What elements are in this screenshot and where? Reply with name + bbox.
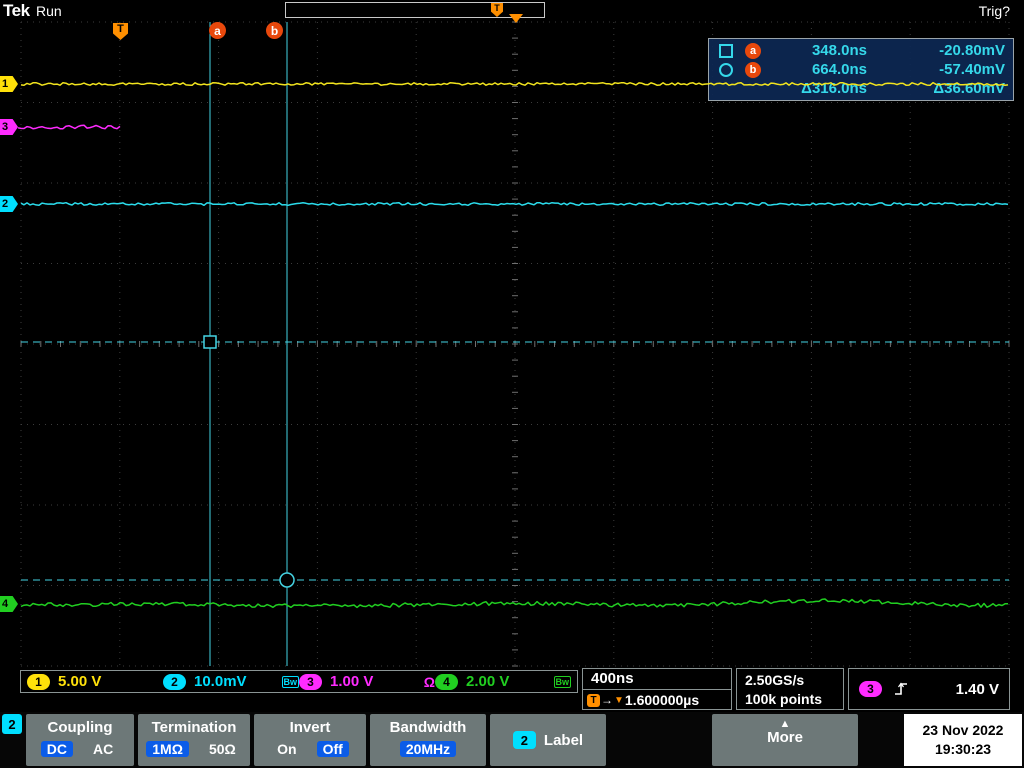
position-marker-icon: ▼: [614, 695, 624, 706]
termination-button[interactable]: Termination 1MΩ 50Ω: [138, 714, 250, 766]
cursor-b-time: 664.0ns: [771, 61, 893, 78]
horizontal-status-box: 400ns T → ▼ 1.600000µs: [582, 668, 732, 710]
coupling-ac-option[interactable]: AC: [87, 741, 119, 757]
bandwidth-button[interactable]: Bandwidth 20MHz: [370, 714, 486, 766]
datetime-box: 23 Nov 2022 19:30:23: [904, 714, 1022, 766]
cursor-b-marker[interactable]: [280, 573, 294, 587]
sample-rate: 2.50GS/s: [745, 671, 843, 690]
cursor-a-square-icon: [719, 44, 733, 58]
expansion-point-icon: [509, 14, 523, 23]
waveform-svg: [0, 0, 1024, 768]
termination-1m-option[interactable]: 1MΩ: [146, 741, 189, 757]
label-channel-badge: 2: [513, 731, 536, 749]
coupling-button[interactable]: Coupling DC AC: [26, 714, 134, 766]
trigger-status-label: Trig?: [979, 3, 1010, 19]
bandwidth-20mhz-option[interactable]: 20MHz: [400, 741, 456, 757]
trigger-time-marker[interactable]: T: [113, 23, 128, 40]
more-button[interactable]: ▲ More: [712, 714, 858, 766]
tek-logo: Tek: [3, 1, 30, 21]
acquisition-status-box: 2.50GS/s 100k points: [736, 668, 844, 710]
cursor-a-voltage: -20.80mV: [893, 42, 1005, 59]
cursor-a-marker[interactable]: [204, 336, 216, 348]
cursor-b-label: b: [745, 62, 761, 78]
cursor-delta-voltage: Δ36.60mV: [893, 80, 1005, 97]
cursor-lines[interactable]: [21, 22, 1009, 666]
cursor-delta-time: Δ316.0ns: [771, 80, 893, 97]
ch1-scale: 5.00 V: [58, 673, 101, 690]
horizontal-position-row: T → ▼ 1.600000µs: [583, 690, 731, 710]
ch1-ground-marker[interactable]: 1: [0, 76, 18, 92]
termination-50-option[interactable]: 50Ω: [203, 741, 242, 757]
ch4-ground-marker[interactable]: 4: [0, 596, 18, 612]
ch3-badge: 3: [299, 674, 322, 690]
ch3-ground-marker[interactable]: 3: [0, 119, 18, 135]
termination-title: Termination: [138, 719, 250, 736]
channel-status-bar: 1 5.00 V 2 10.0mV Bw 3 1.00 V Ω 4 2.00 V…: [20, 670, 578, 693]
cursor-b-badge[interactable]: b: [266, 22, 283, 39]
date-label: 23 Nov 2022: [904, 721, 1022, 740]
acquisition-run-status: Run: [36, 3, 62, 19]
cursor-b-voltage: -57.40mV: [893, 61, 1005, 78]
arrow-icon: →: [601, 693, 613, 707]
waveform-ch4: [21, 599, 1008, 607]
invert-off-option[interactable]: Off: [317, 741, 349, 757]
ch2-ground-marker[interactable]: 2: [0, 196, 18, 212]
cursor-a-time: 348.0ns: [771, 42, 893, 59]
coupling-dc-option[interactable]: DC: [41, 741, 73, 757]
graticule-svg: [0, 0, 1024, 768]
ch2-bandwidth-limit-icon: Bw: [282, 676, 300, 688]
ch3-scale: 1.00 V: [330, 673, 373, 690]
ch3-impedance: Ω: [424, 674, 435, 690]
label-button[interactable]: 2 Label: [490, 714, 606, 766]
ch1-status[interactable]: 1 5.00 V: [27, 673, 163, 690]
cursor-b-circle-icon: [719, 63, 733, 77]
time-label: 19:30:23: [904, 740, 1022, 759]
cursor-readout-panel: a 348.0ns -20.80mV b 664.0ns -57.40mV Δ3…: [708, 38, 1014, 101]
label-title: Label: [544, 732, 583, 749]
ch3-status[interactable]: 3 1.00 V Ω: [299, 673, 435, 690]
horizontal-position: 1.600000µs: [625, 692, 699, 708]
bandwidth-title: Bandwidth: [370, 719, 486, 736]
record-trigger-position-icon[interactable]: T: [491, 3, 503, 17]
ch2-status[interactable]: 2 10.0mV Bw: [163, 673, 299, 690]
chevron-up-icon: ▲: [712, 719, 858, 729]
cursor-a-badge[interactable]: a: [209, 22, 226, 39]
trigger-source-badge: 3: [859, 681, 882, 697]
ch4-scale: 2.00 V: [466, 673, 509, 690]
graticule-grid: [21, 22, 1009, 666]
cursor-a-label: a: [745, 43, 761, 59]
ch1-badge: 1: [27, 674, 50, 690]
invert-button[interactable]: Invert On Off: [254, 714, 366, 766]
ch2-badge: 2: [163, 674, 186, 690]
oscilloscope-screen: Tek Run T Trig? T a b 1 3 2 4 a 348.0ns …: [0, 0, 1024, 768]
softkey-menu-bar: 2 Coupling DC AC Termination 1MΩ 50Ω Inv…: [0, 712, 1024, 768]
ch2-scale: 10.0mV: [194, 673, 247, 690]
trigger-status-box: 3 1.40 V: [848, 668, 1010, 710]
invert-title: Invert: [254, 719, 366, 736]
invert-on-option[interactable]: On: [271, 741, 302, 757]
menu-channel-badge: 2: [2, 714, 22, 734]
rising-edge-icon: [894, 681, 908, 697]
coupling-title: Coupling: [26, 719, 134, 736]
trigger-level: 1.40 V: [956, 681, 999, 698]
horizontal-scale: 400ns: [583, 669, 731, 690]
record-length: 100k points: [745, 690, 843, 709]
more-title: More: [712, 729, 858, 746]
record-view-indicator: T: [285, 2, 545, 18]
ch4-badge: 4: [435, 674, 458, 690]
waveform-ch2: [21, 203, 1008, 206]
top-status-bar: Tek Run T Trig?: [0, 0, 1024, 22]
trigger-icon: T: [587, 694, 600, 707]
ch4-bandwidth-limit-icon: Bw: [554, 676, 572, 688]
ch4-status[interactable]: 4 2.00 V Bw: [435, 673, 571, 690]
waveform-ch3: [18, 125, 120, 129]
